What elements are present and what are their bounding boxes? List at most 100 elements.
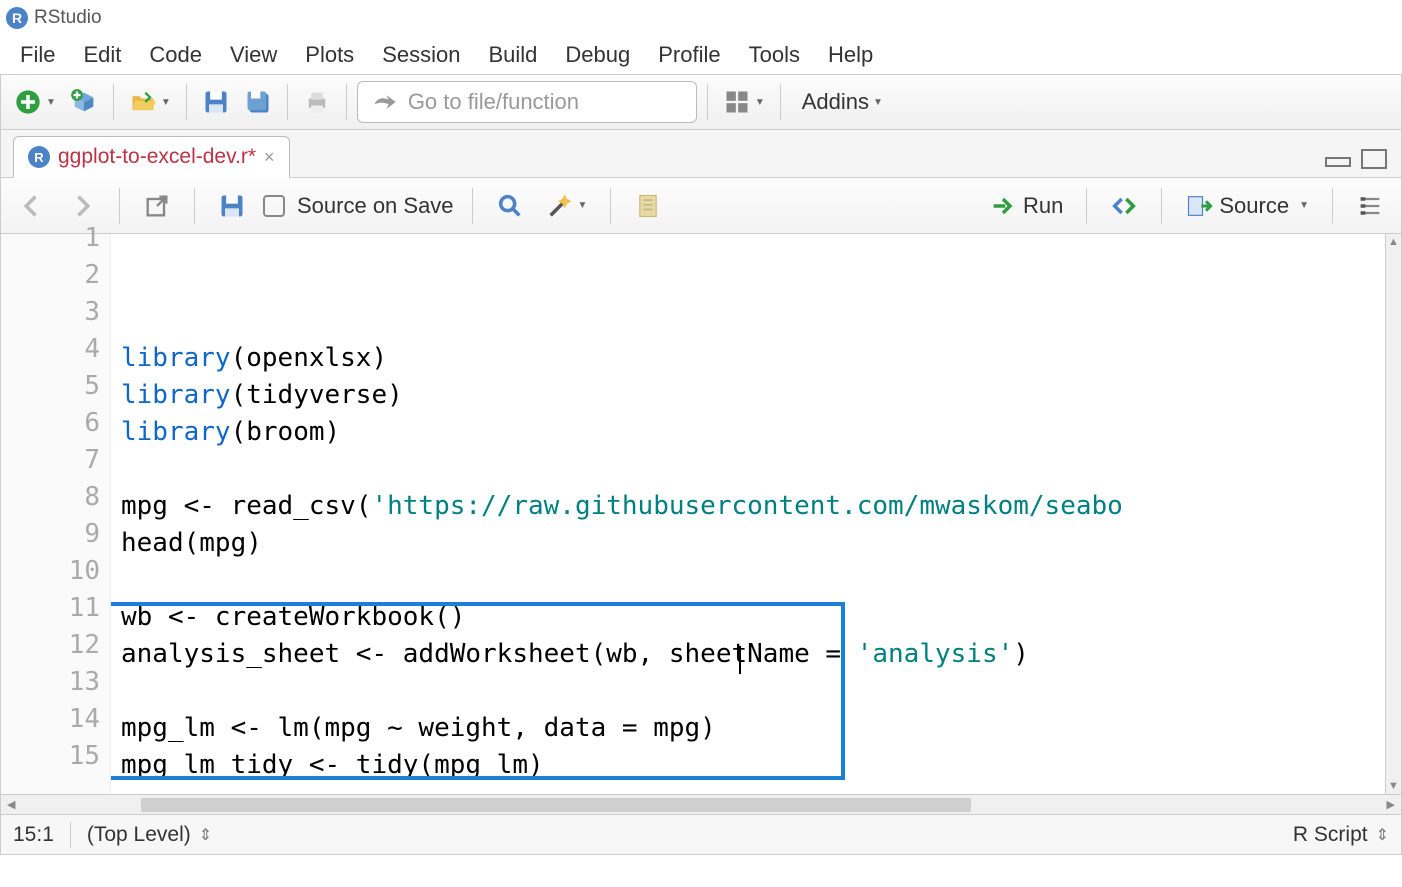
arrow-right-icon bbox=[68, 192, 96, 220]
language-selector[interactable]: R Script ⇕ bbox=[1293, 823, 1389, 847]
menu-file[interactable]: File bbox=[6, 38, 69, 72]
close-tab-icon[interactable]: × bbox=[264, 147, 275, 168]
code-line[interactable] bbox=[121, 451, 1385, 488]
menu-build[interactable]: Build bbox=[474, 38, 551, 72]
arrow-left-icon bbox=[18, 192, 46, 220]
source-icon bbox=[1185, 192, 1213, 220]
chevron-down-icon: ▼ bbox=[873, 97, 883, 108]
minimize-pane-button[interactable] bbox=[1325, 157, 1351, 167]
outline-icon bbox=[1356, 192, 1384, 220]
source-button[interactable]: Source ▼ bbox=[1180, 186, 1314, 226]
code-line[interactable] bbox=[121, 784, 1385, 794]
print-button[interactable] bbox=[298, 82, 336, 122]
menubar: File Edit Code View Plots Session Build … bbox=[0, 36, 1402, 74]
rstudio-icon: R bbox=[6, 7, 28, 29]
horizontal-scrollbar[interactable] bbox=[1, 794, 1401, 814]
source-on-save-checkbox[interactable] bbox=[263, 195, 285, 217]
new-project-button[interactable] bbox=[65, 82, 103, 122]
save-button[interactable] bbox=[197, 82, 235, 122]
menu-view[interactable]: View bbox=[216, 38, 291, 72]
goto-arrow-icon bbox=[370, 88, 398, 116]
statusbar: 15:1 (Top Level) ⇕ R Script ⇕ bbox=[1, 814, 1401, 854]
separator bbox=[287, 84, 288, 120]
code-line[interactable]: mpg <- read_csv('https://raw.githubuserc… bbox=[121, 488, 1385, 525]
menu-session[interactable]: Session bbox=[368, 38, 474, 72]
chevron-down-icon: ▼ bbox=[755, 97, 765, 108]
rerun-icon bbox=[1110, 192, 1138, 220]
menu-code[interactable]: Code bbox=[135, 38, 216, 72]
menu-plots[interactable]: Plots bbox=[291, 38, 368, 72]
floppy-icon bbox=[202, 88, 230, 116]
outline-button[interactable] bbox=[1351, 186, 1389, 226]
menu-edit[interactable]: Edit bbox=[69, 38, 135, 72]
editor-pane: R ggplot-to-excel-dev.r* × Source on Sav… bbox=[0, 130, 1402, 855]
separator bbox=[346, 84, 347, 120]
run-label: Run bbox=[1023, 193, 1063, 219]
wand-icon bbox=[546, 192, 574, 220]
printer-icon bbox=[303, 88, 331, 116]
open-file-button[interactable]: ▼ bbox=[124, 82, 176, 122]
separator bbox=[707, 84, 708, 120]
addins-button[interactable]: Addins ▼ bbox=[791, 82, 894, 122]
menu-help[interactable]: Help bbox=[814, 38, 887, 72]
code-line[interactable]: library(openxlsx) bbox=[121, 340, 1385, 377]
floppy-multi-icon bbox=[244, 88, 272, 116]
code-line[interactable]: mpg_lm <- lm(mpg ~ weight, data = mpg) bbox=[121, 710, 1385, 747]
code-tools-button[interactable]: ▼ bbox=[541, 186, 593, 226]
file-tab[interactable]: R ggplot-to-excel-dev.r* × bbox=[13, 136, 290, 178]
separator bbox=[1086, 188, 1087, 224]
pane-controls bbox=[1325, 149, 1387, 169]
menu-debug[interactable]: Debug bbox=[551, 38, 644, 72]
plus-circle-icon bbox=[14, 88, 42, 116]
notebook-icon bbox=[634, 192, 662, 220]
code-line[interactable] bbox=[121, 673, 1385, 710]
separator bbox=[194, 188, 195, 224]
grid-view-button[interactable]: ▼ bbox=[718, 82, 770, 122]
scope-label: (Top Level) bbox=[87, 823, 191, 847]
scroll-thumb[interactable] bbox=[141, 798, 971, 812]
editor-toolbar: Source on Save ▼ Run Source ▼ bbox=[1, 178, 1401, 234]
separator bbox=[113, 84, 114, 120]
addins-label: Addins bbox=[802, 89, 869, 115]
code-line[interactable] bbox=[121, 562, 1385, 599]
code-editor[interactable]: 123456789101112131415 library(openxlsx)l… bbox=[1, 234, 1401, 794]
goto-file-input[interactable]: Go to file/function bbox=[357, 81, 697, 123]
save-file-button[interactable] bbox=[213, 186, 251, 226]
separator bbox=[610, 188, 611, 224]
code-line[interactable]: analysis_sheet <- addWorksheet(wb, sheet… bbox=[121, 636, 1385, 673]
updown-icon: ⇕ bbox=[1376, 825, 1389, 845]
rerun-button[interactable] bbox=[1105, 186, 1143, 226]
chevron-down-icon: ▼ bbox=[161, 97, 171, 108]
file-tab-row: R ggplot-to-excel-dev.r* × bbox=[1, 130, 1401, 178]
popout-icon bbox=[143, 192, 171, 220]
show-in-new-window-button[interactable] bbox=[138, 186, 176, 226]
separator bbox=[1161, 188, 1162, 224]
compile-report-button[interactable] bbox=[629, 186, 667, 226]
save-all-button[interactable] bbox=[239, 82, 277, 122]
code-content[interactable]: library(openxlsx)library(tidyverse)libra… bbox=[111, 234, 1385, 794]
menu-tools[interactable]: Tools bbox=[735, 38, 814, 72]
cursor-position: 15:1 bbox=[13, 823, 54, 847]
find-button[interactable] bbox=[491, 186, 529, 226]
source-label: Source bbox=[1219, 193, 1289, 219]
run-arrow-icon bbox=[989, 192, 1017, 220]
file-name: ggplot-to-excel-dev.r* bbox=[58, 145, 256, 169]
goto-placeholder: Go to file/function bbox=[408, 89, 579, 115]
r-file-icon: R bbox=[28, 146, 50, 168]
maximize-pane-button[interactable] bbox=[1361, 149, 1387, 169]
code-line[interactable]: library(broom) bbox=[121, 414, 1385, 451]
menu-profile[interactable]: Profile bbox=[644, 38, 734, 72]
new-file-button[interactable]: ▼ bbox=[9, 82, 61, 122]
floppy-icon bbox=[218, 192, 246, 220]
run-button[interactable]: Run bbox=[984, 186, 1068, 226]
app-title: RStudio bbox=[34, 7, 102, 29]
code-line[interactable]: wb <- createWorkbook() bbox=[121, 599, 1385, 636]
chevron-down-icon: ▼ bbox=[1299, 200, 1309, 211]
vertical-scrollbar[interactable] bbox=[1385, 234, 1401, 794]
code-line[interactable]: library(tidyverse) bbox=[121, 377, 1385, 414]
code-line[interactable]: mpg_lm_tidy <- tidy(mpg_lm) bbox=[121, 747, 1385, 784]
separator bbox=[472, 188, 473, 224]
scope-selector[interactable]: (Top Level) ⇕ bbox=[87, 823, 212, 847]
code-line[interactable]: head(mpg) bbox=[121, 525, 1385, 562]
titlebar: R RStudio bbox=[0, 0, 1402, 36]
